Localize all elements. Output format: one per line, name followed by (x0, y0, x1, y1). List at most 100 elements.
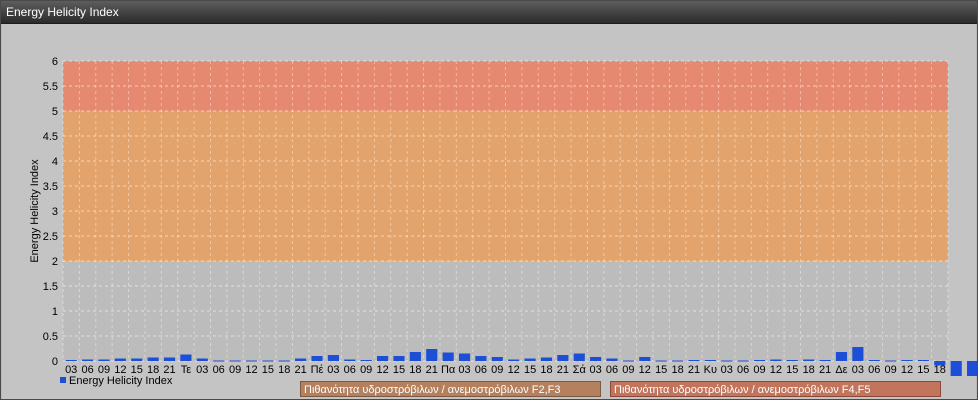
bar-50 (885, 360, 897, 362)
x-tick-label-11: 12 (245, 364, 257, 376)
y-tick-label-0: 0 (52, 356, 58, 368)
bar-40 (721, 360, 733, 362)
x-tick-label-40: 03 (721, 364, 733, 376)
x-tick-label-26: 09 (491, 364, 503, 376)
x-tick-label-21: 18 (409, 364, 421, 376)
y-tick-label-9: 4.5 (43, 131, 58, 143)
bar-47 (835, 352, 848, 361)
bar-24 (458, 353, 471, 361)
x-tick-label-51: 12 (901, 364, 913, 376)
bar-45 (803, 359, 815, 361)
bar-54 (950, 361, 962, 376)
legend-zone-f2f3[interactable]: Πιθανότητα υδροστρόβιλων / ανεμοστρόβιλω… (300, 381, 601, 397)
bar-30 (557, 355, 569, 361)
legend-label: Energy Helicity Index (69, 375, 173, 387)
bar-11 (245, 360, 258, 362)
y-tick-label-12: 6 (52, 56, 58, 68)
legend-zone-f2f3-label: Πιθανότητα υδροστρόβιλων / ανεμοστρόβιλω… (304, 384, 561, 396)
x-tick-label-52: 15 (917, 364, 929, 376)
x-tick-label-43: 12 (770, 364, 782, 376)
x-tick-label-33: 06 (606, 364, 618, 376)
bar-10 (229, 360, 241, 362)
bar-13 (278, 360, 290, 362)
bar-43 (770, 359, 782, 361)
bar-42 (753, 360, 766, 361)
x-tick-label-20: 15 (393, 364, 405, 376)
bar-39 (704, 360, 716, 361)
x-tick-label-49: 06 (868, 364, 880, 376)
y-tick-label-8: 4 (52, 156, 58, 168)
bar-48 (852, 347, 864, 361)
bar-33 (606, 358, 618, 361)
x-tick-label-50: 09 (885, 364, 897, 376)
x-tick-label-38: 21 (688, 364, 700, 376)
x-tick-label-48: 03 (852, 364, 864, 376)
x-tick-label-9: 06 (213, 364, 225, 376)
bar-27 (508, 359, 520, 361)
legend-item-ehi[interactable]: Energy Helicity Index (60, 375, 172, 387)
bar-19 (377, 356, 389, 361)
x-tick-label-18: 09 (360, 364, 372, 376)
x-tick-label-44: 15 (786, 364, 798, 376)
bar-36 (655, 360, 667, 362)
y-tick-label-5: 2.5 (43, 231, 58, 243)
x-tick-label-29: 18 (540, 364, 552, 376)
bar-20 (393, 356, 405, 361)
y-tick-label-10: 5 (52, 106, 58, 118)
bar-41 (737, 360, 749, 362)
x-tick-label-16: 03 (327, 364, 339, 376)
bar-52 (917, 360, 929, 361)
bar-16 (327, 355, 339, 361)
x-tick-label-14: 21 (295, 364, 307, 376)
bar-34 (622, 360, 634, 362)
y-tick-label-6: 3 (52, 206, 58, 218)
bar-29 (540, 357, 553, 361)
bar-12 (262, 360, 274, 362)
x-tick-label-28: 15 (524, 364, 536, 376)
bar-6 (163, 357, 176, 361)
bar-4 (131, 358, 143, 361)
bar-44 (786, 360, 798, 361)
x-tick-label-47: Δε (835, 364, 847, 376)
bar-55 (967, 361, 977, 376)
bar-9 (213, 360, 225, 362)
x-tick-label-7: Τε (181, 364, 192, 376)
x-tick-label-34: 09 (622, 364, 634, 376)
bar-17 (344, 359, 356, 361)
bar-8 (196, 358, 208, 361)
bar-21 (409, 352, 421, 361)
bar-25 (475, 356, 487, 361)
x-tick-label-24: 03 (458, 364, 470, 376)
x-tick-label-22: 21 (426, 364, 438, 376)
ehi-chart: 0 0.5 1 1.5 2 2.5 3 3.5 4 4.5 5 5.5 6 Energy Helicity… (29, 56, 977, 376)
x-tick-label-37: 18 (671, 364, 683, 376)
x-tick-label-31: Σά (573, 364, 587, 376)
y-tick-label-2: 1 (52, 306, 58, 318)
bar-49 (868, 360, 880, 361)
y-tick-label-11: 5.5 (43, 81, 58, 93)
y-tick-label-1: 0.5 (43, 331, 58, 343)
bar-46 (819, 360, 831, 361)
x-tick-label-25: 06 (475, 364, 487, 376)
bar-3 (114, 358, 126, 361)
bar-7 (180, 354, 192, 361)
x-tick-label-39: Κυ (704, 364, 717, 376)
bar-38 (688, 360, 700, 361)
legend-zone-f4f5-label: Πιθανότητα υδροστρόβιλων / ανεμοστρόβιλω… (614, 384, 871, 396)
bar-23 (442, 352, 454, 361)
y-axis-title: Energy Helicity Index (29, 159, 41, 263)
bar-5 (147, 357, 159, 361)
x-tick-label-17: 06 (344, 364, 356, 376)
bar-14 (295, 358, 307, 361)
legend-zone-f4f5[interactable]: Πιθανότητα υδροστρόβιλων / ανεμοστρόβιλω… (610, 381, 941, 397)
x-tick-label-42: 09 (753, 364, 765, 376)
x-tick-label-12: 15 (262, 364, 274, 376)
legend-swatch (60, 377, 66, 383)
y-tick-label-4: 2 (52, 256, 58, 268)
bar-22 (426, 349, 438, 361)
bar-18 (360, 360, 372, 361)
x-tick-label-19: 12 (376, 364, 388, 376)
x-tick-label-10: 09 (229, 364, 241, 376)
bar-31 (573, 353, 585, 361)
x-tick-label-13: 18 (278, 364, 290, 376)
